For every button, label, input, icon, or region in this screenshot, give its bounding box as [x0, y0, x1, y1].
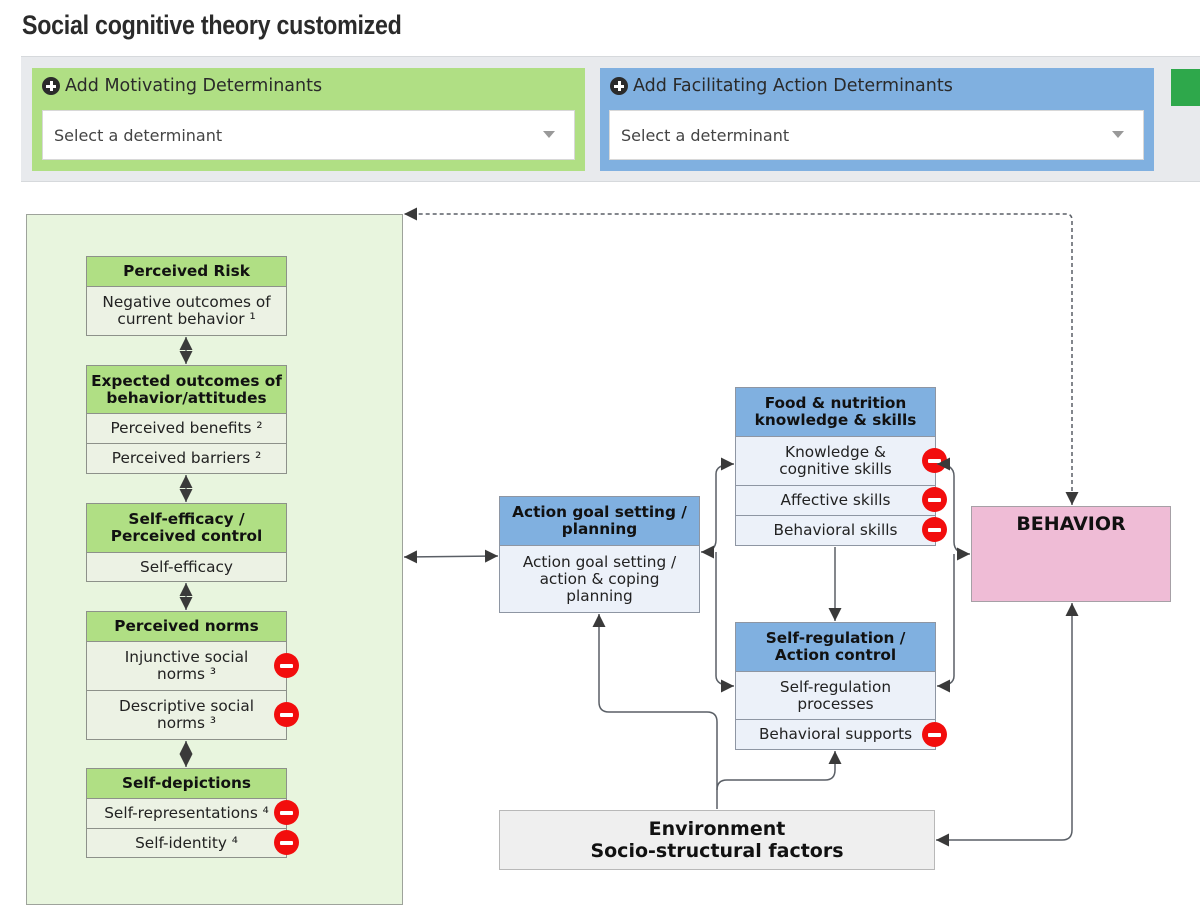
node-action-goal-setting: Action goal setting / planning Action go… — [499, 496, 700, 613]
node-self-regulation: Self-regulation / Action control Self-re… — [735, 622, 936, 750]
remove-icon[interactable] — [274, 800, 299, 825]
environment-line2: Socio-structural factors — [590, 840, 844, 862]
connector-behavior-env — [936, 603, 1079, 847]
node-item: Perceived benefits ² — [87, 414, 286, 444]
node-self-depictions: Self-depictions Self-representations ⁴ S… — [86, 768, 287, 858]
remove-icon[interactable] — [922, 722, 947, 747]
remove-icon[interactable] — [922, 517, 947, 542]
node-perceived-risk: Perceived Risk Negative outcomes of curr… — [86, 256, 287, 336]
select-placeholder: Select a determinant — [621, 126, 790, 145]
select-placeholder: Select a determinant — [54, 126, 223, 145]
node-title: Self-depictions — [87, 769, 286, 799]
node-environment: Environment Socio-structural factors — [499, 810, 935, 870]
motivating-determinants-panel: Add Motivating Determinants Select a det… — [32, 68, 585, 171]
node-item: Injunctive social norms ³ — [87, 642, 286, 691]
motivating-determinant-select[interactable]: Select a determinant — [42, 110, 575, 160]
page-title: Social cognitive theory customized — [22, 10, 402, 40]
add-motivating-header[interactable]: Add Motivating Determinants — [42, 76, 322, 96]
connector-group-action — [403, 549, 499, 564]
facilitating-determinant-select[interactable]: Select a determinant — [609, 110, 1144, 160]
node-behavior: BEHAVIOR — [971, 506, 1171, 602]
add-facilitating-header[interactable]: Add Facilitating Action Determinants — [610, 76, 953, 96]
node-item: Self-regulation processes — [736, 672, 935, 720]
node-title: Perceived norms — [87, 612, 286, 642]
remove-icon[interactable] — [922, 448, 947, 473]
connector-action-food — [700, 457, 735, 559]
node-item: Affective skills — [736, 486, 935, 516]
connector-action-selfreg — [715, 552, 735, 693]
remove-icon[interactable] — [922, 487, 947, 512]
add-facilitating-label: Add Facilitating Action Determinants — [633, 76, 953, 96]
node-title: Expected outcomes of behavior/attitudes — [87, 366, 286, 414]
node-title: Food & nutrition knowledge & skills — [736, 388, 935, 437]
connector-env-selfreg — [716, 751, 842, 791]
node-item: Behavioral skills — [773, 521, 898, 539]
node-title: Action goal setting / planning — [500, 497, 699, 546]
remove-icon[interactable] — [274, 830, 299, 855]
node-title: Self-efficacy / Perceived control — [87, 504, 286, 553]
add-determinant-button[interactable] — [1171, 69, 1200, 106]
node-item: Self-representations ⁴ — [87, 799, 286, 829]
node-item: Action goal setting / action & coping pl… — [522, 552, 677, 605]
node-perceived-norms: Perceived norms Injunctive social norms … — [86, 611, 287, 740]
add-motivating-label: Add Motivating Determinants — [65, 76, 323, 96]
chevron-down-icon — [1112, 131, 1124, 138]
node-title: Perceived Risk — [87, 257, 286, 287]
node-item: Behavioral supports — [758, 725, 913, 743]
node-food-nutrition: Food & nutrition knowledge & skills Know… — [735, 387, 936, 546]
node-item: Self-identity ⁴ — [135, 833, 238, 852]
facilitating-determinants-panel: Add Facilitating Action Determinants Sel… — [600, 68, 1154, 171]
node-self-efficacy: Self-efficacy / Perceived control Self-e… — [86, 503, 287, 582]
environment-line1: Environment — [648, 818, 786, 840]
connector-behavior-selfreg — [936, 554, 955, 693]
connector-env-action — [592, 614, 718, 809]
remove-icon[interactable] — [274, 653, 299, 678]
node-item: Perceived barriers ² — [111, 449, 262, 467]
node-title: Self-regulation / Action control — [736, 623, 935, 672]
plus-circle-icon — [42, 77, 60, 95]
node-item: Descriptive social norms ³ — [118, 697, 254, 732]
chevron-down-icon — [543, 131, 555, 138]
node-item: Negative outcomes of current behavior ¹ — [102, 293, 271, 328]
determinant-toolbar: Add Motivating Determinants Select a det… — [21, 56, 1200, 182]
remove-icon[interactable] — [274, 702, 299, 727]
node-item: Self-efficacy — [140, 557, 233, 576]
plus-circle-icon — [610, 77, 628, 95]
node-item: Knowledge & cognitive skills — [736, 437, 935, 486]
node-expected-outcomes: Expected outcomes of behavior/attitudes … — [86, 365, 287, 474]
